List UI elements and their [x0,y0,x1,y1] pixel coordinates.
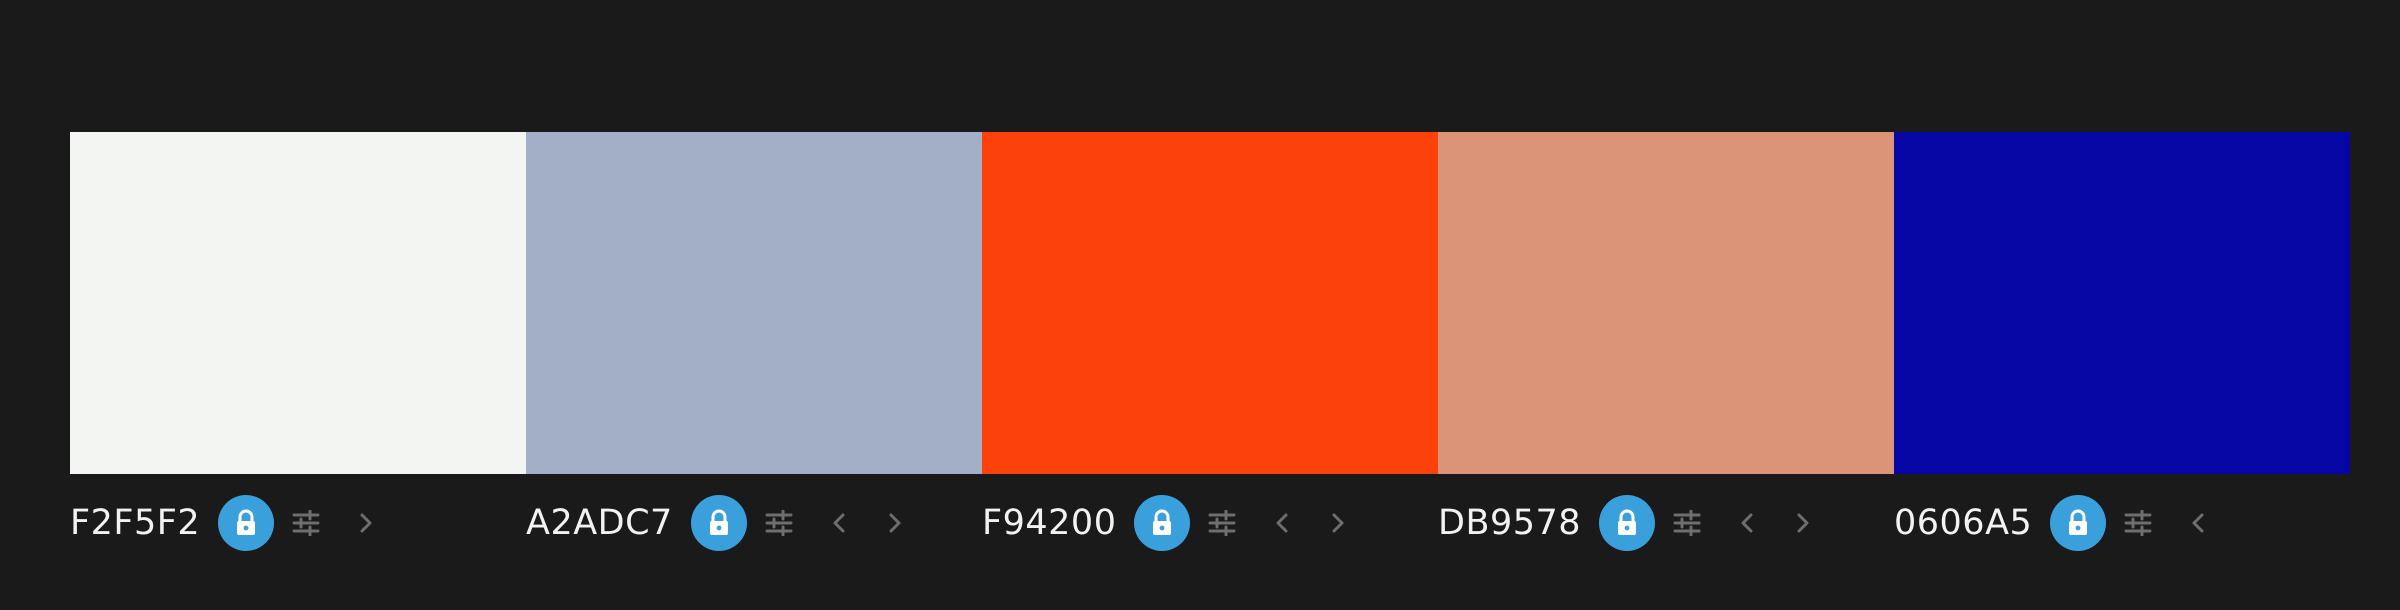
sliders-icon [292,510,320,536]
palette-column: 0606A5 [1894,132,2350,552]
lock-button[interactable] [690,495,747,551]
chevron-left-icon [1276,513,1288,533]
lock-icon [237,509,256,535]
hex-code[interactable]: A2ADC7 [526,494,673,552]
hex-code[interactable]: 0606A5 [1894,494,2032,552]
color-swatch[interactable] [982,132,1438,474]
sliders-icon [765,510,793,536]
lock-button[interactable] [2050,495,2107,551]
sliders-icon [2124,510,2152,536]
move-left-button[interactable] [827,508,851,538]
color-swatch[interactable] [1438,132,1894,474]
adjust-button[interactable] [763,507,795,539]
hex-code[interactable]: F94200 [982,494,1116,552]
lock-button[interactable] [218,495,275,551]
color-swatch[interactable] [526,132,982,474]
chevron-right-icon [889,513,901,533]
adjust-button[interactable] [290,507,322,539]
swatch-controls: 0606A5 [1894,494,2350,552]
lock-button[interactable] [1599,495,1656,551]
lock-icon [1618,509,1637,535]
chevron-left-icon [1741,513,1753,533]
move-left-button[interactable] [1735,508,1759,538]
sliders-icon [1208,510,1236,536]
chevron-right-icon [360,513,372,533]
swatch-controls: F94200 [982,494,1438,552]
palette-column: F94200 [982,132,1438,552]
chevron-right-icon [1332,513,1344,533]
color-palette: F2F5F2 A2ADC7 F94200 DB9578 0606A5 [70,132,2350,552]
adjust-button[interactable] [1671,507,1703,539]
move-right-button[interactable] [354,508,378,538]
move-left-button[interactable] [1270,508,1294,538]
lock-button[interactable] [1134,495,1191,551]
chevron-left-icon [2192,513,2204,533]
hex-code[interactable]: F2F5F2 [70,494,200,552]
palette-column: DB9578 [1438,132,1894,552]
swatch-controls: DB9578 [1438,494,1894,552]
sliders-icon [1673,510,1701,536]
swatch-controls: A2ADC7 [526,494,982,552]
color-swatch[interactable] [70,132,526,474]
palette-column: F2F5F2 [70,132,526,552]
lock-icon [2069,509,2088,535]
move-left-button[interactable] [2186,508,2210,538]
chevron-left-icon [833,513,845,533]
hex-code[interactable]: DB9578 [1438,494,1581,552]
color-swatch[interactable] [1894,132,2350,474]
palette-app: F2F5F2 A2ADC7 F94200 DB9578 0606A5 [0,0,2400,610]
adjust-button[interactable] [2122,507,2154,539]
swatch-controls: F2F5F2 [70,494,526,552]
chevron-right-icon [1797,513,1809,533]
palette-column: A2ADC7 [526,132,982,552]
move-right-button[interactable] [883,508,907,538]
lock-icon [1153,509,1172,535]
adjust-button[interactable] [1206,507,1238,539]
move-right-button[interactable] [1791,508,1815,538]
move-right-button[interactable] [1326,508,1350,538]
lock-icon [709,509,728,535]
